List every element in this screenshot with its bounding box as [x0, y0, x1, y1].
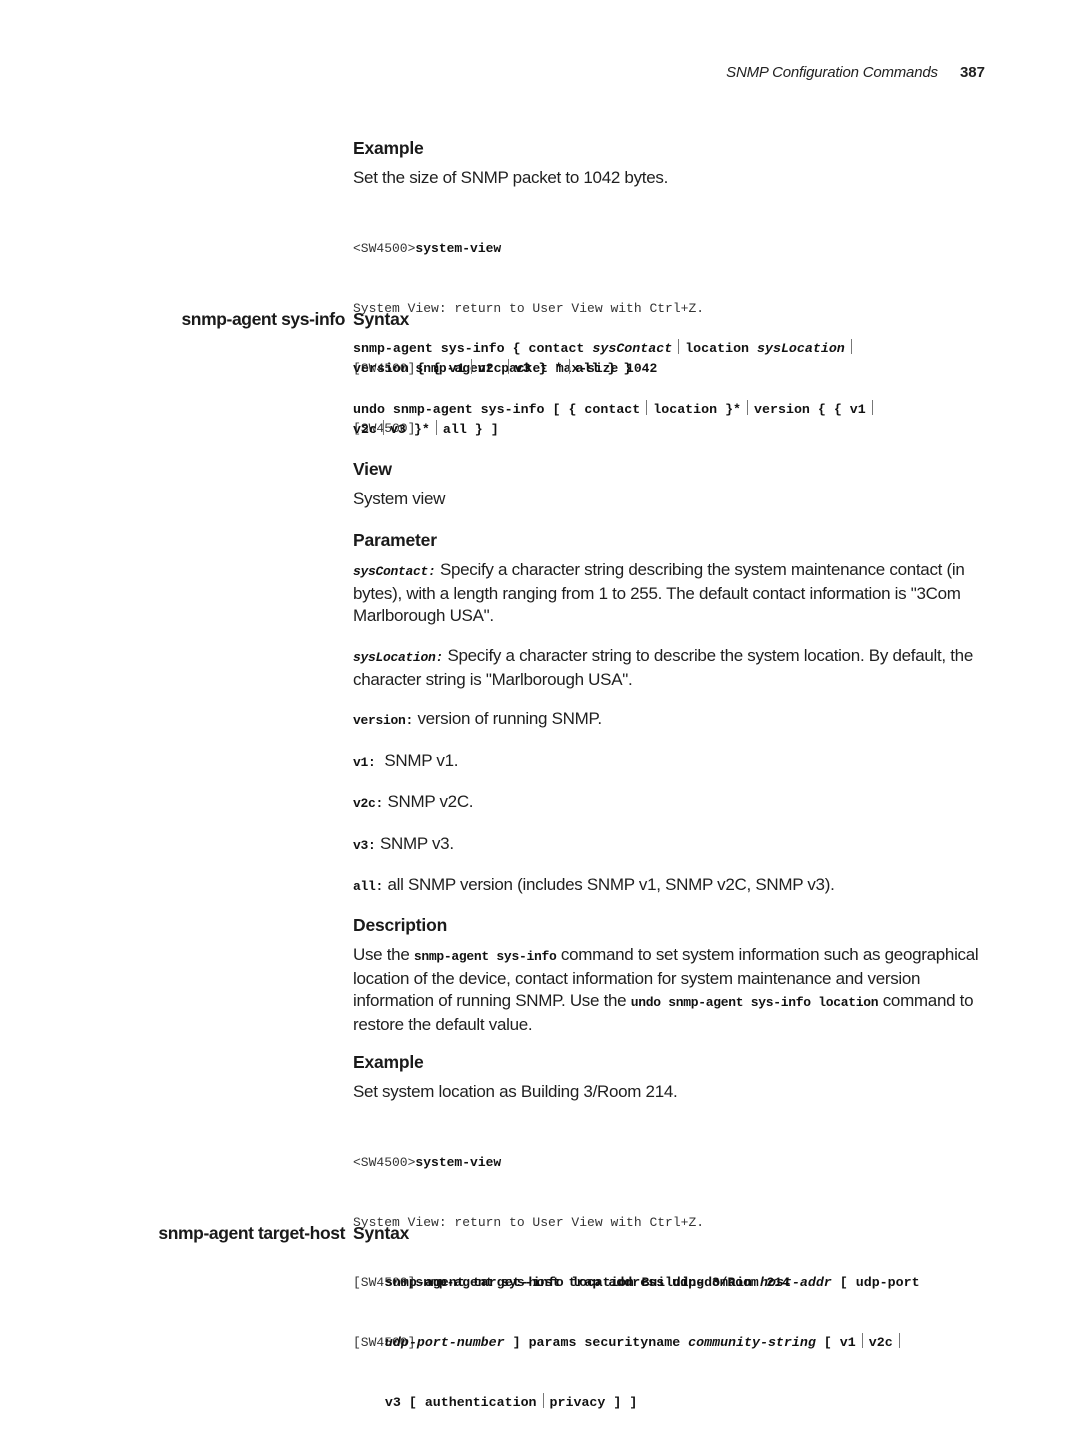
description-text: Use the snmp-agent sys-info command to s…: [353, 945, 979, 1034]
parameter-syslocation: sysLocation: Specify a character string …: [353, 646, 973, 689]
pipe-separator: [861, 1333, 863, 1348]
view-heading: View: [353, 459, 392, 479]
pipe-separator: [747, 400, 749, 415]
parameter-version: version: version of running SNMP.: [353, 709, 602, 728]
pipe-separator: [435, 420, 437, 435]
command-name-target-host: snmp-agent target-host: [158, 1223, 345, 1243]
view-text: System view: [353, 489, 446, 508]
syntax-line: snmp-agent target-host trap address udp-…: [384, 1275, 920, 1410]
code-line: <SW4500>system-view: [353, 241, 502, 256]
code-line: <SW4500>system-view: [353, 1155, 502, 1170]
pipe-separator: [542, 1393, 544, 1408]
pipe-separator: [507, 359, 509, 374]
syntax-line: snmp-agent sys-info { contact sysContact…: [353, 339, 998, 379]
running-head: SNMP Configuration Commands 387: [726, 64, 985, 81]
pipe-separator: [871, 400, 873, 415]
syntax-heading: Syntax: [353, 309, 410, 329]
undo-syntax-line: undo snmp-agent sys-info [ { contact loca…: [353, 400, 998, 440]
syntax-heading: Syntax: [353, 1223, 410, 1243]
parameter-v3: v3: SNMP v3.: [353, 834, 454, 853]
pipe-separator: [568, 359, 570, 374]
command-name-sys-info: snmp-agent sys-info: [181, 309, 345, 329]
example-heading: Example: [353, 1052, 424, 1072]
pipe-separator: [678, 339, 680, 354]
parameter-v2c: v2c: SNMP v2C.: [353, 792, 474, 811]
pipe-separator: [646, 400, 648, 415]
parameter-all: all: all SNMP version (includes SNMP v1,…: [353, 875, 835, 894]
example-heading: Example: [353, 138, 424, 158]
pipe-separator: [850, 339, 852, 354]
pipe-separator: [382, 420, 384, 435]
parameter-heading: Parameter: [353, 530, 437, 550]
parameter-v1: v1: SNMP v1.: [353, 751, 459, 770]
pipe-separator: [470, 359, 472, 374]
pipe-separator: [898, 1333, 900, 1348]
example-intro: Set the size of SNMP packet to 1042 byte…: [353, 168, 668, 187]
example-intro: Set system location as Building 3/Room 2…: [353, 1082, 678, 1101]
running-head-title: SNMP Configuration Commands: [726, 64, 938, 81]
parameter-syscontact: sysContact: Specify a character string d…: [353, 560, 965, 625]
description-heading: Description: [353, 915, 448, 935]
page-number: 387: [959, 64, 985, 81]
